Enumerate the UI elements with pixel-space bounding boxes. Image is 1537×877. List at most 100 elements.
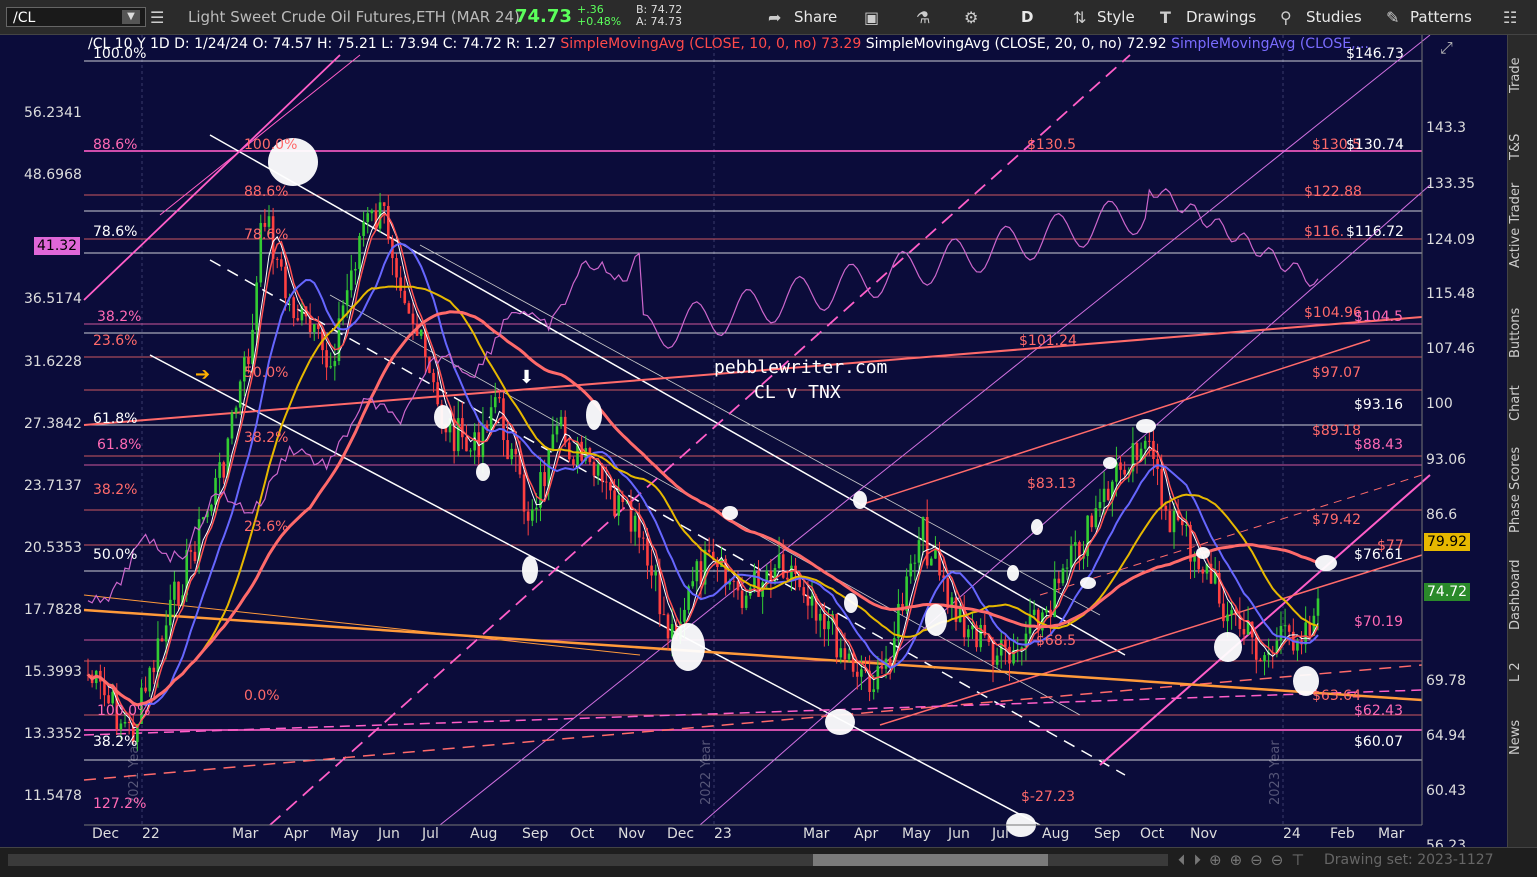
candle-body [810, 595, 814, 606]
price-level-label: $83.13 [1027, 476, 1076, 492]
candle-body [572, 459, 575, 465]
highlight-oval [1080, 577, 1096, 589]
price-level-label: $104.5 [1354, 309, 1403, 325]
candle-body [123, 722, 127, 724]
year-marker-label: 2022 Year [699, 740, 714, 805]
studies-icon[interactable]: ⚲ [1280, 8, 1292, 27]
share-button[interactable]: Share [794, 8, 837, 26]
candle-body [1201, 569, 1205, 574]
rail-tab-chart[interactable]: Chart [1508, 373, 1537, 433]
net-change: +.36 +0.48% [577, 4, 621, 28]
price-level-label: $101.24 [1019, 333, 1077, 349]
candle-body [559, 416, 563, 427]
last-price: 74.73 [515, 6, 572, 27]
studies-button[interactable]: Studies [1306, 8, 1362, 26]
rail-tab-news[interactable]: News [1508, 707, 1537, 767]
time-axis-label: Mar [1378, 826, 1405, 842]
right-axis-label: 143.3 [1426, 120, 1467, 136]
price-level-label: $60.07 [1354, 734, 1403, 750]
candle-body [1172, 510, 1176, 533]
patterns-button[interactable]: Patterns [1410, 8, 1472, 26]
patterns-icon[interactable]: ✎ [1386, 8, 1399, 27]
symbol-description: Light Sweet Crude Oil Futures,ETH (MAR 2… [188, 8, 520, 26]
time-axis-label: Jul [422, 826, 439, 842]
candle-body [506, 440, 509, 460]
candle-body [1160, 469, 1163, 506]
right-axis-label: 64.94 [1426, 728, 1467, 744]
price-level-label: $88.43 [1354, 437, 1403, 453]
style-icon[interactable]: ⇅ [1073, 8, 1086, 27]
candle-body [210, 504, 213, 512]
rail-tab-active-trader[interactable]: Active Trader [1508, 175, 1537, 275]
left-axis-label: 27.3842 [24, 416, 82, 432]
candle-body [1242, 629, 1246, 635]
candle-body [238, 381, 242, 408]
highlight-oval [1196, 547, 1210, 559]
candle-body [843, 648, 847, 660]
candle-body [255, 282, 258, 330]
year-marker-label: 2023 Year [1268, 740, 1283, 805]
time-axis-label: Nov [1190, 826, 1218, 842]
symbol-link-icon[interactable]: ☰ [150, 8, 164, 27]
candle-body [1032, 609, 1036, 615]
rail-tab-t-s[interactable]: T&S [1508, 117, 1537, 177]
candle-body [1106, 488, 1110, 501]
legend-sma20-value: 72.92 [1126, 36, 1167, 52]
price-chart[interactable]: 2021 Year 2022 Year 2023 Year ⤢ ➔ ⬇ [0, 35, 1507, 847]
rail-tab-l-2[interactable]: L 2 [1508, 647, 1537, 697]
candle-body [419, 329, 423, 336]
horizontal-scrollbar[interactable] [8, 854, 1168, 866]
flask-icon[interactable]: ⚗ [916, 8, 930, 27]
candle-body [1226, 614, 1229, 622]
candle-body [1057, 578, 1061, 584]
left-axis-label: 36.5174 [24, 291, 82, 307]
candle-body [489, 407, 493, 430]
highlight-oval [1031, 519, 1043, 535]
candle-body [127, 722, 131, 724]
zoom-controls[interactable]: ⏴⏵⊕⊕⊖⊖⊤ [1178, 851, 1312, 869]
fib-label-mid: 100.0% [244, 137, 298, 153]
candle-body [777, 554, 781, 569]
candle-body [370, 210, 374, 214]
rail-tab-buttons[interactable]: Buttons [1508, 293, 1537, 373]
candle-body [156, 638, 160, 673]
right-axis-label: 124.09 [1426, 232, 1475, 248]
candle-body [880, 666, 884, 669]
aggregation-button[interactable]: D [1021, 8, 1033, 26]
style-button[interactable]: Style [1097, 8, 1135, 26]
candle-body [934, 550, 937, 559]
candle-body [646, 538, 649, 566]
left-axis-tag: 41.32 [34, 237, 81, 255]
candle-body [168, 599, 172, 626]
candle-body [563, 416, 567, 443]
rail-tab-trade[interactable]: Trade [1508, 45, 1537, 105]
price-level-label: $62.43 [1354, 703, 1403, 719]
grid-layout-icon[interactable]: ☷ [1503, 8, 1517, 27]
candle-body [312, 324, 316, 332]
candle-body [1254, 637, 1258, 660]
candle-body [909, 563, 913, 577]
rail-tab-dashboard[interactable]: Dashboard [1508, 555, 1537, 635]
time-axis-label: Oct [570, 826, 595, 842]
fib-label-mid: 38.2% [244, 430, 289, 446]
price-level-label: $116. [1304, 224, 1345, 240]
left-axis-label: 17.7828 [24, 602, 82, 618]
highlight-oval [925, 604, 947, 636]
expand-icon[interactable]: ⤢ [1440, 38, 1453, 57]
share-icon[interactable]: ➦ [768, 8, 781, 27]
scrollbar-thumb[interactable] [813, 854, 1048, 866]
symbol-dropdown-icon[interactable]: ▼ [122, 10, 140, 24]
watermark-site: pebblewriter.com [714, 357, 888, 378]
candle-body [888, 658, 892, 666]
candle-body [823, 613, 826, 630]
candle-body [872, 689, 876, 693]
snapshot-icon[interactable]: ▣ [864, 8, 879, 27]
rail-tab-phase-scores[interactable]: Phase Scores [1508, 435, 1537, 545]
candle-body [1185, 524, 1188, 526]
candle-body [234, 407, 238, 413]
candle-body [855, 671, 859, 677]
candle-body [510, 448, 514, 460]
drawings-icon[interactable]: T [1160, 8, 1171, 27]
gear-icon[interactable]: ⚙ [964, 8, 978, 27]
drawings-button[interactable]: Drawings [1186, 8, 1256, 26]
